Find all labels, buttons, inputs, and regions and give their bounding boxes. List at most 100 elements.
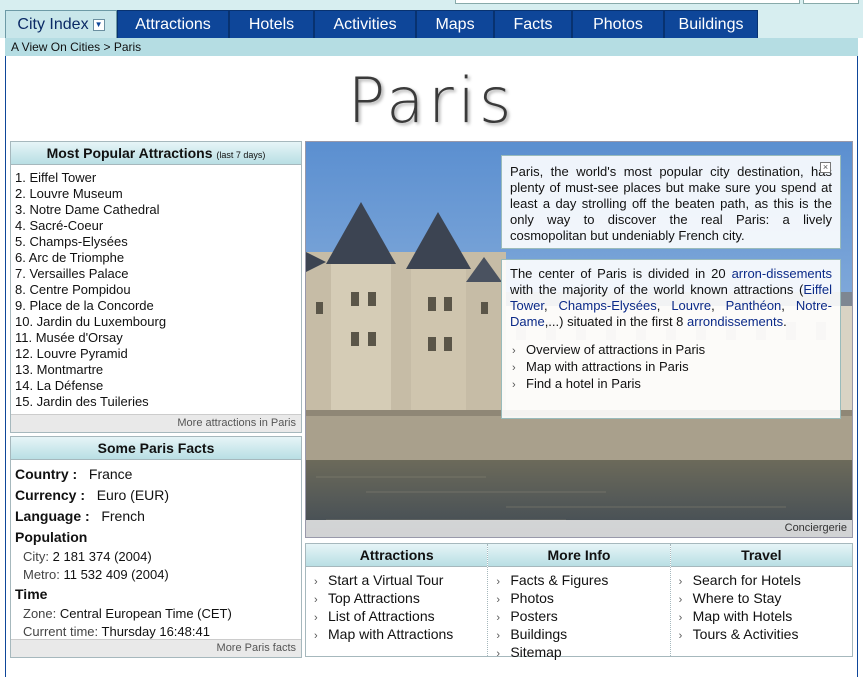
list-item[interactable]: 10. Jardin du Luxembourg	[15, 314, 301, 330]
list-item[interactable]: 1. Eiffel Tower	[15, 170, 301, 186]
link-label[interactable]: Facts & Figures	[510, 572, 608, 588]
tab-attractions[interactable]: Attractions	[117, 10, 229, 38]
arrondissements-link-2[interactable]: arrondissements	[687, 314, 783, 329]
text-span: .	[783, 314, 787, 329]
tab-photos[interactable]: Photos	[572, 10, 664, 38]
list-item[interactable]: 15. Jardin des Tuileries	[15, 394, 301, 410]
close-icon[interactable]: ×	[820, 162, 831, 173]
link-label[interactable]: Sitemap	[510, 644, 561, 660]
paris-facts-panel: Some Paris Facts Country : France Curren…	[10, 436, 302, 658]
arrow-right-icon: ›	[512, 379, 516, 391]
list-item[interactable]: › Posters	[496, 608, 669, 626]
link-label[interactable]: Find a hotel in Paris	[526, 376, 641, 391]
list-item[interactable]: › Search for Hotels	[679, 572, 852, 590]
breadcrumb-text[interactable]: A View On Cities > Paris	[11, 40, 141, 54]
tab-label: Buildings	[678, 15, 744, 33]
travel-links: › Search for Hotels › Where to Stay › Map w…	[671, 567, 852, 644]
tab-buildings[interactable]: Buildings	[664, 10, 758, 38]
list-item[interactable]: › Photos	[496, 590, 669, 608]
tab-label: Activities	[333, 15, 397, 33]
fact-value: 11 532 409 (2004)	[63, 567, 169, 582]
list-item[interactable]: 4. Sacré-Coeur	[15, 218, 301, 234]
link-label[interactable]: List of Attractions	[328, 608, 435, 624]
link-label[interactable]: Where to Stay	[693, 590, 782, 606]
tab-hotels[interactable]: Hotels	[229, 10, 314, 38]
list-item[interactable]: 9. Place de la Concorde	[15, 298, 301, 314]
breadcrumb[interactable]: A View On Cities > Paris	[5, 38, 858, 56]
link-label[interactable]: Map with Attractions	[328, 626, 453, 642]
hotel-link[interactable]: › Find a hotel in Paris	[512, 376, 832, 393]
list-item[interactable]: › Start a Virtual Tour	[314, 572, 487, 590]
attractions-column: Attractions › Start a Virtual Tour › Top A…	[306, 544, 489, 656]
fact-value: French	[101, 508, 145, 524]
timezone-row: Zone: Central European Time (CET)	[11, 605, 301, 623]
arrow-right-icon: ›	[496, 630, 500, 642]
list-item[interactable]: › Top Attractions	[314, 590, 487, 608]
fact-value: 2 181 374 (2004)	[52, 549, 152, 564]
link-label[interactable]: Search for Hotels	[693, 572, 801, 588]
intro-text: Paris, the world's most popular city des…	[510, 164, 832, 243]
list-item[interactable]: › Map with Attractions	[314, 626, 487, 644]
city-photo: × Paris, the world's most popular city d…	[305, 141, 853, 538]
list-item[interactable]: 14. La Défense	[15, 378, 301, 394]
tab-label: Photos	[593, 15, 643, 33]
arrow-right-icon: ›	[678, 594, 683, 606]
more-facts-link[interactable]: More Paris facts	[11, 639, 301, 657]
arrow-right-icon: ›	[678, 576, 683, 588]
link-label[interactable]: Photos	[510, 590, 554, 606]
tab-activities[interactable]: Activities	[314, 10, 416, 38]
arrondissements-link[interactable]: arron-dissements	[732, 266, 832, 281]
list-item[interactable]: › Map with Hotels	[679, 608, 852, 626]
list-item[interactable]: › Where to Stay	[679, 590, 852, 608]
link-label[interactable]: Top Attractions	[328, 590, 420, 606]
list-item[interactable]: › List of Attractions	[314, 608, 487, 626]
arrow-right-icon: ›	[496, 648, 500, 660]
list-item[interactable]: 12. Louvre Pyramid	[15, 346, 301, 362]
champs-elysees-link[interactable]: Champs-Elysées	[559, 298, 657, 313]
map-link[interactable]: › Map with attractions in Paris	[512, 359, 832, 376]
popular-attractions-panel: Most Popular Attractions (last 7 days) 1…	[10, 141, 302, 433]
list-item[interactable]: › Buildings	[496, 626, 669, 644]
louvre-link[interactable]: Louvre	[671, 298, 711, 313]
list-item[interactable]: › Tours & Activities	[679, 626, 852, 644]
more-info-links: › Facts & Figures › Photos › Posters › Build…	[488, 567, 669, 662]
overview-link[interactable]: › Overview of attractions in Paris	[512, 342, 832, 359]
list-item[interactable]: 6. Arc de Triomphe	[15, 250, 301, 266]
more-attractions-link[interactable]: More attractions in Paris	[11, 414, 301, 432]
fact-value: Thursday 16:48:41	[101, 624, 210, 639]
metro-population-row: Metro: 11 532 409 (2004)	[11, 566, 301, 584]
tab-label: Attractions	[135, 15, 211, 33]
list-item[interactable]: › Sitemap	[496, 644, 669, 662]
link-label[interactable]: Posters	[510, 608, 557, 624]
link-label[interactable]: Map with attractions in Paris	[526, 359, 689, 374]
link-label[interactable]: Overview of attractions in Paris	[526, 342, 705, 357]
link-label[interactable]: Start a Virtual Tour	[328, 572, 443, 588]
list-item[interactable]: 13. Montmartre	[15, 362, 301, 378]
list-item[interactable]: 7. Versailles Palace	[15, 266, 301, 282]
list-item[interactable]: 2. Louvre Museum	[15, 186, 301, 202]
link-label[interactable]: Map with Hotels	[693, 608, 793, 624]
tab-city-index[interactable]: City Index ▼	[5, 10, 117, 38]
currency-row: Currency : Euro (EUR)	[11, 485, 301, 506]
tab-facts[interactable]: Facts	[494, 10, 572, 38]
link-label[interactable]: Tours & Activities	[693, 626, 799, 642]
city-population-row: City: 2 181 374 (2004)	[11, 548, 301, 566]
panel-header: Some Paris Facts	[11, 437, 301, 460]
list-item[interactable]: 8. Centre Pompidou	[15, 282, 301, 298]
list-item[interactable]: 5. Champs-Elysées	[15, 234, 301, 250]
attractions-list: 1. Eiffel Tower 2. Louvre Museum 3. Notr…	[11, 165, 301, 410]
dropdown-arrow-icon[interactable]: ▼	[92, 18, 105, 31]
list-item[interactable]: 3. Notre Dame Cathedral	[15, 202, 301, 218]
arrow-right-icon: ›	[512, 345, 516, 357]
column-header: Attractions	[306, 544, 488, 567]
arrow-right-icon: ›	[496, 612, 500, 624]
link-label[interactable]: Buildings	[510, 626, 567, 642]
fact-label: Current time:	[23, 624, 99, 639]
list-item[interactable]: 11. Musée d'Orsay	[15, 330, 301, 346]
fact-label: Zone:	[23, 606, 57, 621]
text-span: ,	[543, 298, 559, 313]
arrow-right-icon: ›	[314, 594, 318, 606]
tab-maps[interactable]: Maps	[416, 10, 494, 38]
list-item[interactable]: › Facts & Figures	[496, 572, 669, 590]
pantheon-link[interactable]: Panthéon	[726, 298, 782, 313]
